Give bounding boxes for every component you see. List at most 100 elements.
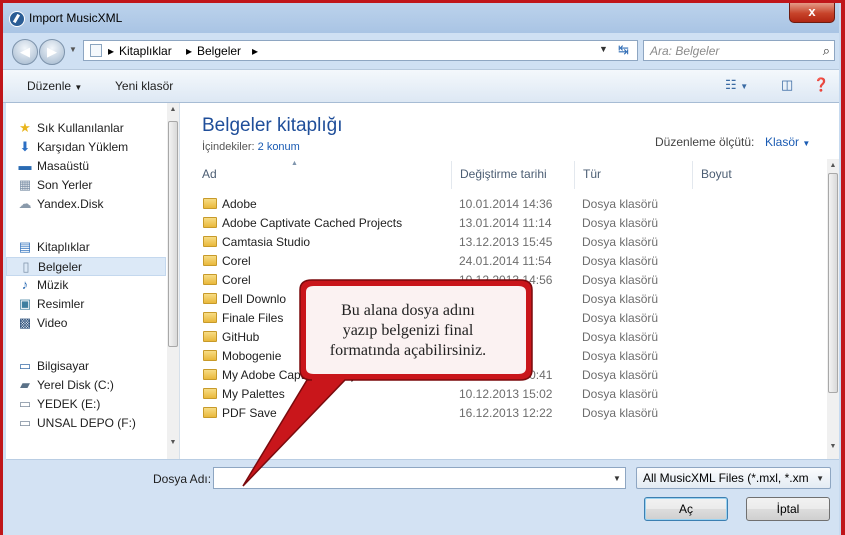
refresh-icon[interactable]: ↹ [618,42,629,58]
sidebar-group-label: Sık Kullanılanlar [37,121,124,135]
column-divider[interactable] [574,161,575,189]
sidebar-scroll-thumb[interactable] [168,121,178,347]
recent-pages-dropdown-icon[interactable]: ▼ [69,45,77,54]
organize-button[interactable]: Düzenle ▼ [27,79,82,93]
sidebar-item-disk-e[interactable]: ▭ YEDEK (E:) [6,395,166,414]
sidebar-item-label: Yandex.Disk [37,197,104,211]
file-date: 24.01.2014 11:54 [459,254,552,268]
chevron-down-icon: ▼ [802,139,811,148]
back-arrow-icon: ◀ [20,44,30,59]
file-row[interactable]: Adobe Captivate Cached Projects 13.01.201… [200,214,700,233]
column-header-type[interactable]: Tür [583,167,601,181]
file-name: Adobe Captivate Cached Projects [222,216,403,230]
file-row[interactable]: PDF Save 16.12.2013 12:22 Dosya klasörü [200,404,700,423]
folder-icon [203,369,217,380]
chevron-down-icon: ▼ [816,474,824,483]
file-name: Mobogenie [222,349,282,363]
file-list-scroll-thumb[interactable] [828,173,838,393]
sidebar-item-disk-f[interactable]: ▭ UNSAL DEPO (F:) [6,414,166,433]
breadcrumb-belgeler[interactable]: Belgeler [197,44,241,58]
crumb-separator-icon[interactable]: ▸ [186,44,192,58]
file-date: 10.12.2013 15:02 [459,387,553,401]
sidebar-item-label: Belgeler [38,260,83,274]
column-header-date[interactable]: Değiştirme tarihi [460,167,547,181]
folder-icon [203,293,217,304]
sidebar-item-label: Son Yerler [37,178,93,192]
view-options-icon[interactable]: ☷ ▼ [725,77,748,93]
local-disk-icon: ▰ [20,377,30,392]
documents-folder-icon [90,44,102,57]
sidebar-group-label: Kitaplıklar [37,240,90,254]
cloud-drive-icon: ☁ [18,196,32,211]
file-row[interactable]: Camtasia Studio 13.12.2013 15:45 Dosya kla… [200,233,700,252]
pictures-icon: ▣ [18,296,32,311]
crumb-separator-icon[interactable]: ▸ [108,44,114,58]
preview-pane-icon[interactable]: ◫ [781,77,793,93]
file-row[interactable]: My Adobe Captivate Projects 09.01.2014 10… [200,366,700,385]
sidebar-item-pictures[interactable]: ▣ Resimler [6,295,166,314]
file-name: Corel [222,254,251,268]
column-header-name[interactable]: Ad [202,167,217,181]
scroll-down-icon[interactable]: ▼ [828,443,838,450]
close-button[interactable]: x [789,3,835,23]
file-row[interactable]: Corel 10.12.2013 14:56 Dosya klasörü [200,271,700,290]
forward-arrow-icon: ▶ [47,44,57,59]
file-row[interactable]: My Palettes 10.12.2013 15:02 Dosya klasörü [200,385,700,404]
file-type: Dosya klasörü [582,387,659,401]
sidebar-item-yandex[interactable]: ☁ Yandex.Disk [6,195,166,214]
open-button[interactable]: Aç [644,497,728,521]
documents-icon: ▯ [22,259,30,274]
back-button[interactable]: ◀ [12,39,38,65]
sidebar-item-label: Video [37,316,68,330]
address-bar[interactable]: ▸ Kitaplıklar ▸ Belgeler ▸ ▼ ↹ [83,40,638,61]
file-date: 10.12.2013 14:56 [459,273,553,287]
sidebar-group-computer[interactable]: ▭ Bilgisayar [6,357,166,376]
folder-icon [203,312,217,323]
filename-input[interactable] [213,467,626,489]
file-row[interactable]: Corel 24.01.2014 11:54 Dosya klasörü [200,252,700,271]
scroll-down-icon[interactable]: ▼ [168,439,178,446]
sidebar-item-documents[interactable]: ▯ Belgeler [6,257,166,276]
organize-label: Düzenle [27,79,72,93]
sidebar-group-libraries[interactable]: ▤ Kitaplıklar [6,238,166,257]
file-date: 10.01.2014 14:36 [459,197,553,211]
drive-icon: ▭ [18,396,32,411]
file-name: Camtasia Studio [222,235,311,249]
sidebar-item-video[interactable]: ▩ Video [6,314,166,333]
file-row[interactable]: Adobe 10.01.2014 14:36 Dosya klasörü [200,195,700,214]
sidebar-item-desktop[interactable]: ▬ Masaüstü [6,157,166,176]
breadcrumb-kitapliklar[interactable]: Kitaplıklar [119,44,172,58]
column-header-size[interactable]: Boyut [701,167,732,181]
file-date: 09.01.2014 10:41 [459,368,553,382]
sidebar-item-disk-c[interactable]: ▰ Yerel Disk (C:) [6,376,166,395]
search-box[interactable]: Ara: Belgeler ⌕ [643,40,835,61]
locations-link[interactable]: 2 konum [258,141,300,153]
callout-line: yazıp belgenizi final [342,322,474,339]
help-icon[interactable]: ❓ [813,77,829,93]
forward-button[interactable]: ▶ [39,39,65,65]
sidebar-item-music[interactable]: ♪ Müzik [6,276,166,295]
computer-icon: ▭ [18,358,32,373]
sidebar-scrollbar[interactable]: ▲ ▼ [167,103,179,459]
scroll-up-icon[interactable]: ▲ [828,162,838,169]
address-dropdown-icon[interactable]: ▼ [599,44,608,54]
crumb-separator-icon[interactable]: ▸ [252,44,258,58]
search-icon[interactable]: ⌕ [823,43,830,59]
column-divider[interactable] [451,161,452,189]
cancel-button[interactable]: İptal [746,497,830,521]
new-folder-button[interactable]: Yeni klasör [115,79,173,93]
file-type-filter[interactable]: All MusicXML Files (*.mxl, *.xm ▼ [636,467,831,489]
file-type: Dosya klasörü [582,311,659,325]
arrange-by-dropdown[interactable]: Klasör ▼ [765,135,810,149]
sidebar-group-label: Bilgisayar [37,359,90,373]
column-divider[interactable] [692,161,693,189]
sidebar-item-recent[interactable]: ▦ Son Yerler [6,176,166,195]
scroll-up-icon[interactable]: ▲ [168,106,178,113]
folder-icon [203,331,217,342]
sidebar-group-favorites[interactable]: ★ Sık Kullanılanlar [6,119,166,138]
sidebar-item-downloads[interactable]: ⬇ Karşıdan Yüklem [6,138,166,157]
filename-history-dropdown-icon[interactable]: ▼ [613,474,621,483]
file-list-scrollbar[interactable]: ▲ ▼ [827,159,839,459]
title-bar: Import MusicXML x [3,3,839,33]
file-name: My Palettes [222,387,285,401]
